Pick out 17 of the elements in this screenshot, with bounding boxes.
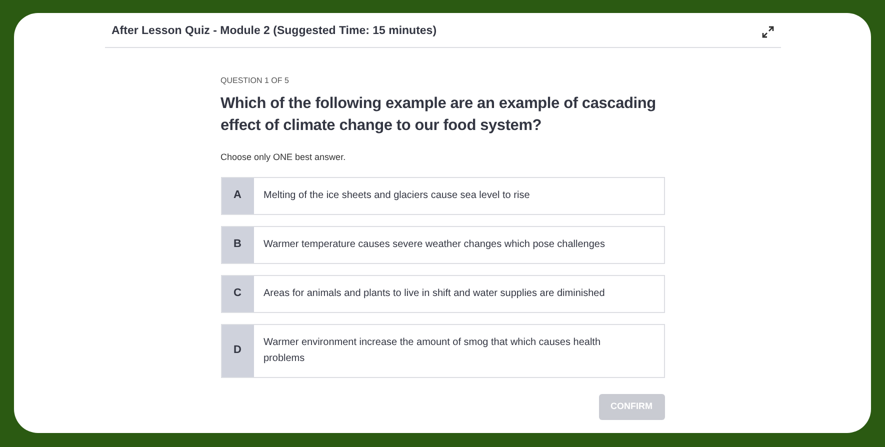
answer-option[interactable]: C Areas for animals and plants to live in shift and water supplies are diminished [220,274,664,312]
expand-icon[interactable] [762,26,774,38]
option-letter: A [222,178,254,214]
answer-option[interactable]: B Warmer temperature causes severe weather changes which pose challenges [220,226,664,264]
quiz-title: After Lesson Quiz - Module 2 (Suggested Time: 15 minutes) [112,24,437,40]
answer-option[interactable]: D Warmer environment increase the amount of smog that which causes health problems [220,324,664,378]
answer-option[interactable]: A Melting of the ice sheets and glaciers cause sea level to rise [220,176,664,214]
instruction-text: Choose only ONE best answer. [220,151,346,164]
option-letter: C [222,276,254,312]
option-text: Melting of the ice sheets and glaciers cause sea level to rise [262,188,531,202]
option-letter: B [222,226,254,262]
option-text: Warmer environment increase the amount of smog that which causes health problems [262,336,602,366]
question-counter: QUESTION 1 OF 5 [220,75,289,87]
option-letter: D [222,324,254,376]
question-text: Which of the following example are an example of cascading effect of climate change to our food system? [220,94,657,136]
option-text: Areas for animals and plants to live in shift and water supplies are diminished [262,286,606,300]
option-text: Warmer temperature causes severe weather changes which pose challenges [262,238,606,252]
